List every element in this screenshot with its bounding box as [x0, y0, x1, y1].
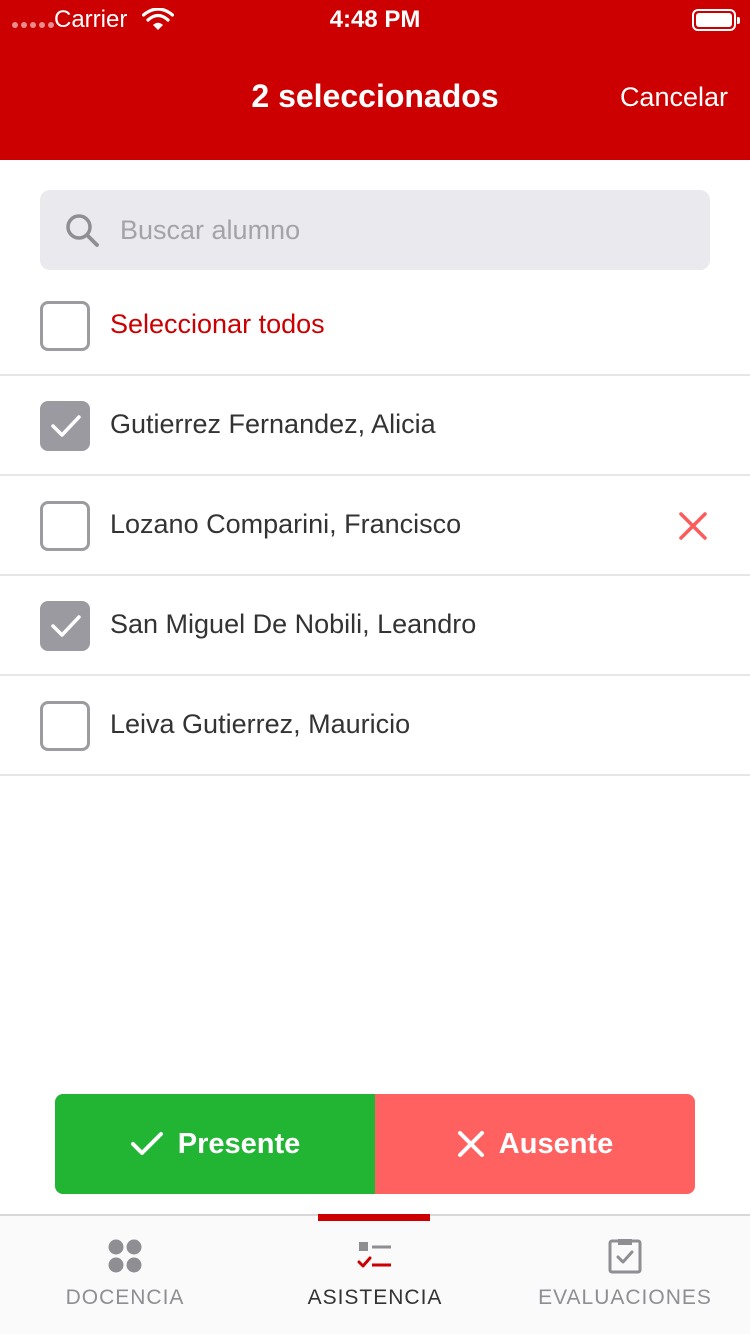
checklist-icon — [357, 1242, 391, 1268]
student-checkbox[interactable] — [40, 601, 90, 651]
student-row[interactable]: San Miguel De Nobili, Leandro — [0, 576, 750, 676]
select-all-row[interactable]: Seleccionar todos — [0, 276, 750, 376]
tab-asistencia[interactable]: ASISTENCIA — [250, 1216, 500, 1334]
student-name: Lozano Comparini, Francisco — [110, 509, 462, 539]
select-all-label: Seleccionar todos — [110, 309, 325, 339]
tab-label: ASISTENCIA — [307, 1286, 443, 1309]
tab-label: EVALUACIONES — [538, 1286, 712, 1309]
student-row[interactable]: Leiva Gutierrez, Mauricio — [0, 676, 750, 776]
search-input[interactable] — [120, 190, 690, 270]
select-all-checkbox[interactable] — [40, 301, 90, 351]
grid-dots-icon — [108, 1239, 142, 1273]
cancel-button[interactable]: Cancelar — [620, 82, 728, 113]
tab-bar: DOCENCIA ASISTENCIA EVALUACIONES — [0, 1214, 750, 1334]
present-label: Presente — [177, 1127, 301, 1160]
student-checkbox[interactable] — [40, 701, 90, 751]
tab-docencia[interactable]: DOCENCIA — [0, 1216, 250, 1334]
student-name: San Miguel De Nobili, Leandro — [110, 609, 477, 639]
student-row[interactable]: Lozano Comparini, Francisco — [0, 476, 750, 576]
app-header: Carrier 4:48 PM 2 seleccionados Cancelar — [0, 0, 750, 160]
mark-present-button[interactable]: Presente — [55, 1094, 375, 1194]
absent-label: Ausente — [498, 1127, 614, 1160]
student-name: Gutierrez Fernandez, Alicia — [110, 409, 436, 439]
search-icon — [66, 214, 99, 247]
clipboard-check-icon — [608, 1239, 642, 1274]
status-time: 4:48 PM — [329, 6, 421, 33]
student-checkbox[interactable] — [40, 401, 90, 451]
checkmark-icon — [51, 615, 81, 637]
close-icon — [457, 1131, 484, 1157]
tab-label: DOCENCIA — [65, 1286, 185, 1309]
checkmark-icon — [130, 1132, 163, 1155]
checkmark-icon — [51, 415, 81, 437]
student-name: Leiva Gutierrez, Mauricio — [110, 709, 411, 739]
student-row[interactable]: Gutierrez Fernandez, Alicia — [0, 376, 750, 476]
battery-icon — [692, 9, 740, 31]
student-checkbox[interactable] — [40, 501, 90, 551]
tab-evaluaciones[interactable]: EVALUACIONES — [500, 1216, 750, 1334]
status-bar: Carrier 4:48 PM — [0, 0, 750, 40]
mark-absent-button[interactable]: Ausente — [375, 1094, 695, 1194]
search-bar[interactable] — [40, 190, 710, 270]
absent-x-icon — [679, 512, 707, 540]
